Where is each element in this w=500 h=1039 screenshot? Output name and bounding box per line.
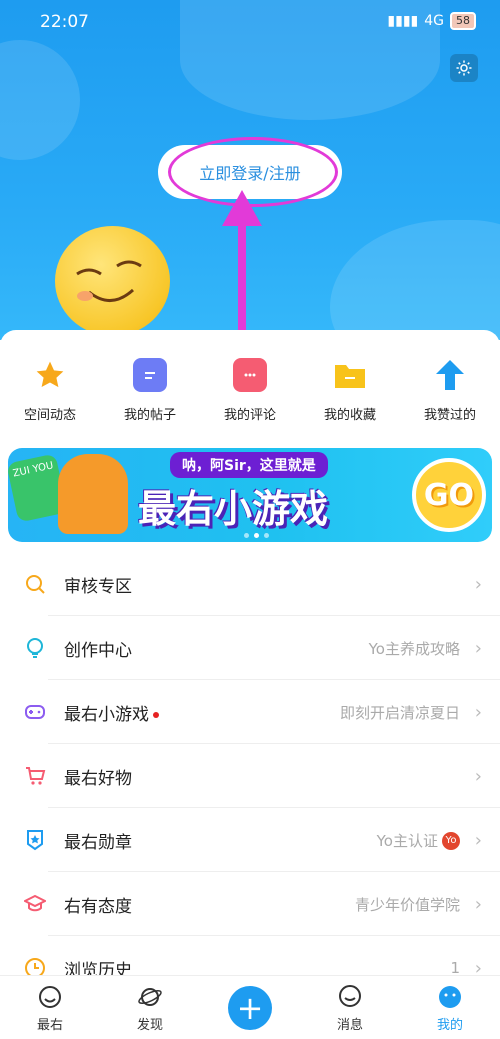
shortcut-label: 我的收藏 <box>323 408 376 423</box>
menu-value: 即刻开启清凉夏日 <box>339 703 460 722</box>
menu-item-creator-center[interactable]: 创作中心 Yo主养成攻略 › <box>0 616 500 680</box>
shortcut-my-posts[interactable]: 我的帖子 <box>100 358 200 423</box>
signal-icon: ▮▮▮▮ <box>387 13 419 29</box>
gear-icon <box>456 60 472 76</box>
status-time: 22:07 <box>40 12 89 32</box>
menu-value: Yo主养成攻略 <box>368 639 460 658</box>
shortcut-label: 我的评论 <box>223 408 276 423</box>
chevron-right-icon: › <box>474 829 482 851</box>
bg-blob <box>330 220 500 340</box>
shortcut-bar: 空间动态 我的帖子 我的评论 我的收藏 我赞过的 <box>0 358 500 423</box>
note-icon <box>133 358 167 392</box>
game-banner[interactable]: ZUI YOU 呐，阿Sir，这里就是 最右小游戏 GO <box>8 448 492 542</box>
menu-item-goods[interactable]: 最右好物 › <box>0 744 500 808</box>
shortcut-my-comments[interactable]: 我的评论 <box>200 358 300 423</box>
shortcut-label: 我赞过的 <box>423 408 476 423</box>
go-button[interactable]: GO <box>412 458 486 532</box>
tab-discover[interactable]: 发现 <box>100 976 200 1039</box>
menu-item-review[interactable]: 审核专区 › <box>0 552 500 616</box>
comment-icon <box>233 358 267 392</box>
shortcut-space-updates[interactable]: 空间动态 <box>0 358 100 423</box>
battery-icon: 58 <box>450 12 476 30</box>
folder-icon <box>333 358 367 392</box>
shortcut-label: 我的帖子 <box>123 408 176 423</box>
carousel-dot <box>254 533 259 538</box>
chevron-right-icon: › <box>474 637 482 659</box>
star-icon <box>33 358 67 392</box>
cart-icon <box>26 767 46 785</box>
yo-badge: Yo <box>442 832 460 850</box>
status-icons: ▮▮▮▮ 4G 58 <box>387 12 476 30</box>
menu-label: 最右小游戏 <box>64 700 159 725</box>
tab-label: 我的 <box>436 1018 463 1033</box>
mascot-image <box>55 226 170 336</box>
banner-title: 最右小游戏 <box>138 487 329 531</box>
menu-label: 最右好物 <box>64 768 132 789</box>
status-bar: 22:07 ▮▮▮▮ 4G 58 <box>0 0 500 44</box>
smile-icon <box>39 986 61 1008</box>
shortcut-liked[interactable]: 我赞过的 <box>400 358 500 423</box>
game-character-image <box>58 454 128 534</box>
chevron-right-icon: › <box>474 893 482 915</box>
menu-list: 审核专区 › 创作中心 Yo主养成攻略 › 最右小游戏 即刻开启清凉夏日 › 最… <box>0 552 500 1000</box>
bg-blob <box>0 40 80 160</box>
tab-label: 发现 <box>136 1018 163 1033</box>
tab-label: 最右 <box>36 1018 63 1033</box>
chevron-right-icon: › <box>474 701 482 723</box>
banner-tag: 呐，阿Sir，这里就是 <box>170 452 328 478</box>
menu-value: 青少年价值学院 <box>354 895 460 914</box>
up-arrow-icon <box>433 358 467 392</box>
medal-icon <box>27 830 43 851</box>
plus-icon[interactable]: + <box>228 986 272 1030</box>
menu-item-medals[interactable]: 最右勋章 Yo主认证 Yo › <box>0 808 500 872</box>
carousel-dot <box>244 533 249 538</box>
menu-label: 审核专区 <box>64 576 132 597</box>
chat-icon <box>339 985 361 1007</box>
menu-label: 最右勋章 <box>64 832 132 853</box>
gamepad-icon <box>25 705 45 719</box>
planet-icon <box>138 988 162 1006</box>
profile-content: 空间动态 我的帖子 我的评论 我的收藏 我赞过的 ZUI YOU 呐，阿Sir，… <box>0 330 500 1039</box>
menu-value-text: Yo主认证 <box>376 831 438 850</box>
menu-item-mini-games[interactable]: 最右小游戏 即刻开启清凉夏日 › <box>0 680 500 744</box>
shortcut-label: 空间动态 <box>23 408 76 423</box>
graduation-cap-icon <box>24 894 46 912</box>
menu-label: 创作中心 <box>64 640 132 661</box>
tab-zuiyou[interactable]: 最右 <box>0 976 100 1039</box>
notification-dot <box>153 711 159 718</box>
menu-value: Yo主认证 Yo <box>377 830 460 851</box>
menu-label: 右有态度 <box>64 896 132 917</box>
shortcut-my-favorites[interactable]: 我的收藏 <box>300 358 400 423</box>
carousel-dots <box>244 533 269 538</box>
carousel-dot <box>264 533 269 538</box>
settings-button[interactable] <box>450 54 478 82</box>
menu-item-attitude[interactable]: 右有态度 青少年价值学院 › <box>0 872 500 936</box>
tab-messages[interactable]: 消息 <box>300 976 400 1039</box>
search-icon <box>26 575 45 594</box>
menu-label-text: 最右小游戏 <box>64 704 149 725</box>
badge-text: ZUI YOU <box>11 460 55 480</box>
tab-mine[interactable]: 我的 <box>400 976 500 1039</box>
go-label: GO <box>423 477 475 513</box>
profile-icon <box>439 986 461 1008</box>
tab-label: 消息 <box>336 1018 363 1033</box>
lightbulb-icon <box>27 638 43 658</box>
chevron-right-icon: › <box>474 765 482 787</box>
network-label: 4G <box>424 13 444 29</box>
chevron-right-icon: › <box>474 573 482 595</box>
